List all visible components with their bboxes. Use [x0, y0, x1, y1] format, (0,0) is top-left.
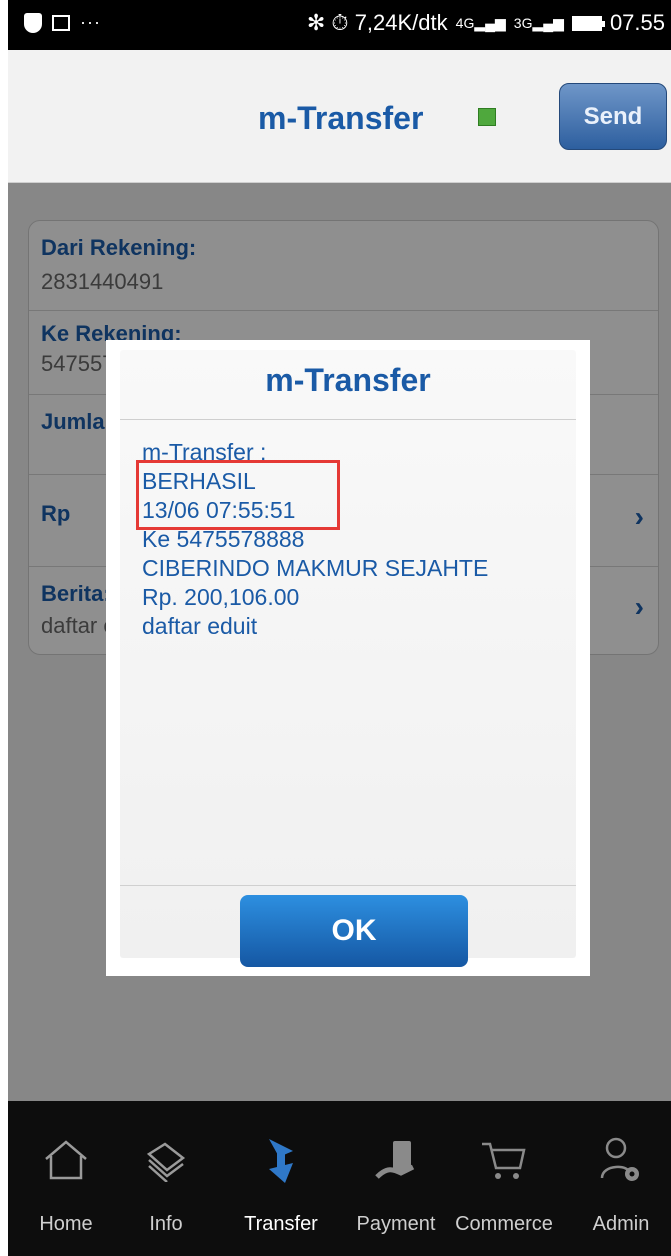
- page-title: m-Transfer: [258, 100, 424, 136]
- clock: 07.55: [609, 10, 665, 35]
- payment-icon: [346, 1135, 446, 1185]
- signal-4g-icon: 4G▂▄▆: [455, 14, 506, 31]
- nav-admin[interactable]: Admin: [571, 1101, 671, 1256]
- shield-icon: [24, 12, 42, 33]
- nav-home[interactable]: Home: [16, 1101, 116, 1256]
- nav-label: Transfer: [244, 1213, 318, 1235]
- nav-info[interactable]: Info: [116, 1101, 216, 1256]
- nav-label: Commerce: [455, 1213, 553, 1235]
- divider: [120, 419, 576, 420]
- result-dialog: m-Transfer m-Transfer : BERHASIL 13/06 0…: [106, 340, 590, 976]
- cart-icon: [454, 1135, 554, 1185]
- signal-3g-icon: 3G▂▄▆: [513, 14, 564, 31]
- nav-transfer[interactable]: Transfer: [231, 1101, 331, 1256]
- more-notifications-icon: ···: [80, 12, 101, 32]
- app-screen: ··· ✻ ⏱ 7,24K/dtk 4G▂▄▆ 3G▂▄▆ 07.55 m-Tr…: [8, 0, 671, 1256]
- status-left: ···: [24, 12, 101, 33]
- info-book-icon: [116, 1135, 216, 1185]
- image-notification-icon: [52, 14, 70, 31]
- status-right: ✻ ⏱ 7,24K/dtk 4G▂▄▆ 3G▂▄▆ 07.55: [307, 10, 665, 36]
- nav-payment[interactable]: Payment: [346, 1101, 446, 1256]
- battery-icon: [571, 15, 605, 31]
- highlight-box: [136, 460, 340, 530]
- nav-label: Home: [39, 1213, 93, 1235]
- bottom-nav: Home Info Transfer Payment Commerce Admi…: [8, 1101, 671, 1256]
- dialog-panel: m-Transfer m-Transfer : BERHASIL 13/06 0…: [120, 350, 576, 967]
- transfer-icon: [231, 1135, 331, 1185]
- admin-user-gear-icon: [571, 1135, 671, 1185]
- dialog-title: m-Transfer: [265, 362, 431, 398]
- nav-label: Payment: [356, 1213, 436, 1235]
- speed-text: ✻ ⏱ 7,24K/dtk: [306, 10, 448, 35]
- app-header: m-Transfer Send: [8, 50, 671, 183]
- send-button[interactable]: Send: [559, 83, 667, 150]
- status-bar: ··· ✻ ⏱ 7,24K/dtk 4G▂▄▆ 3G▂▄▆ 07.55: [8, 0, 671, 50]
- message-line-note: daftar eduit: [142, 613, 258, 639]
- home-icon: [16, 1135, 116, 1185]
- nav-commerce[interactable]: Commerce: [454, 1101, 554, 1256]
- connection-indicator: [478, 108, 496, 126]
- nav-label: Admin: [592, 1213, 650, 1235]
- divider: [120, 885, 576, 886]
- ok-button[interactable]: OK: [240, 895, 468, 967]
- message-line-amount: Rp. 200,106.00: [142, 584, 300, 610]
- message-line-recipient: CIBERINDO MAKMUR SEJAHTE: [142, 555, 489, 581]
- nav-label: Info: [149, 1213, 183, 1235]
